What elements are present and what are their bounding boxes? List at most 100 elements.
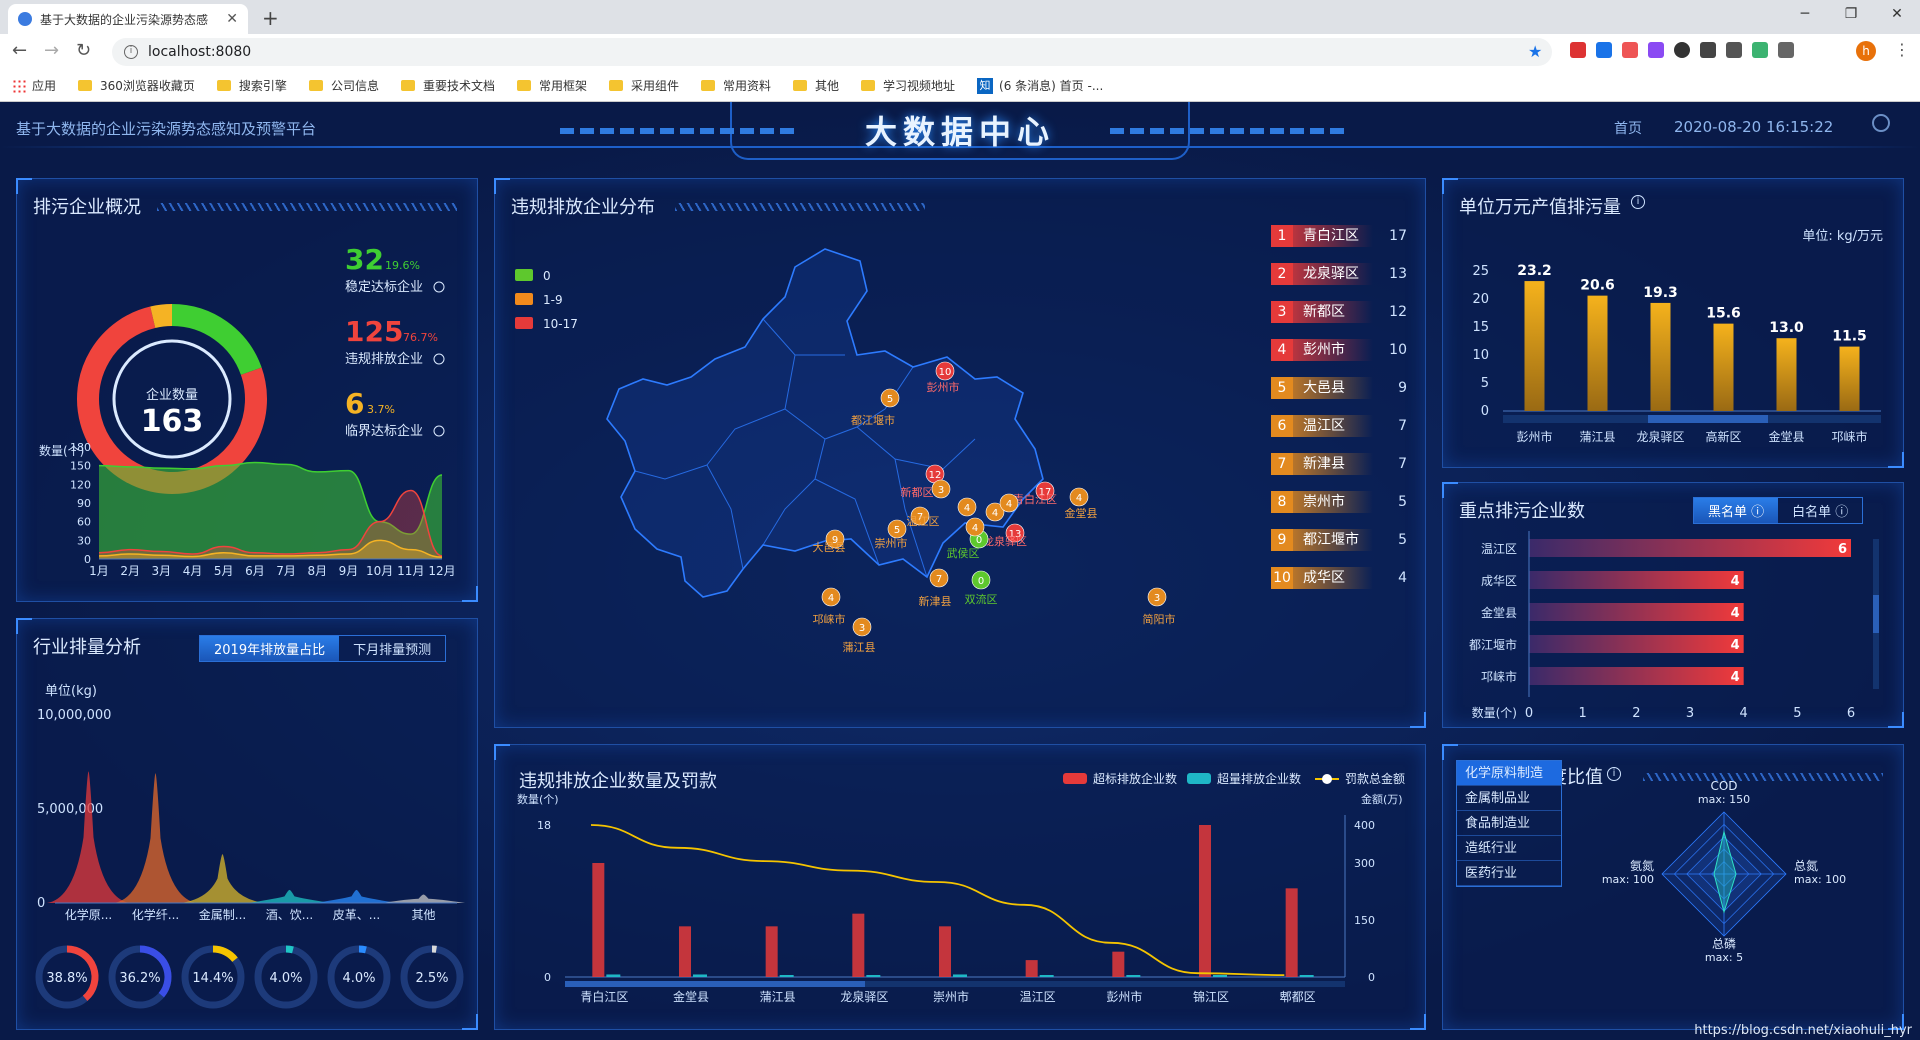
extension-icon[interactable] [1648,42,1664,58]
bookmark-folder[interactable]: 360浏览器收藏页 [78,77,195,94]
legend-label: 0 [543,269,551,283]
legend-swatch [515,269,533,281]
ring-progress [358,945,367,954]
back-button[interactable]: ← [12,40,27,61]
map-place-label: 新都区 [901,485,934,499]
x-tick-label: 蒲江县 [1579,430,1615,444]
y-tick-label: 18 [537,819,551,832]
extension-icon[interactable] [1570,42,1586,58]
extension-icon[interactable] [1596,42,1612,58]
minimize-button[interactable]: ─ [1782,0,1828,30]
ranking-row[interactable]: 1 青白江区 17 [1271,225,1407,247]
address-bar[interactable]: i localhost:8080 [112,38,1552,66]
x-tick-label: 8月 [307,564,327,578]
y-tick-label: 5,000,000 [37,802,103,817]
new-tab-button[interactable]: + [262,6,279,30]
ranking-row[interactable]: 7 新津县 7 [1271,453,1407,475]
rank-value: 5 [1398,532,1407,548]
tab-title: 基于大数据的企业污染源势态感 [40,12,209,27]
left-axis-label: 数量(个) [517,793,559,806]
industry-item[interactable]: 造纸行业 [1457,836,1561,861]
bookmark-folder[interactable]: 学习视频地址 [861,77,955,94]
stat-percent: 19.6% [385,259,420,272]
output-bar-chart: 25 20 15 10 5 0 23.2 彭州市 20.6 蒲江县 19.3 龙泉驿区 15.6 高新区 1… [1472,263,1881,444]
x-tick-label: 2 [1632,706,1640,721]
profile-avatar[interactable]: h [1856,41,1876,61]
bookmark-folder[interactable]: 重要技术文档 [400,77,495,94]
bookmark-label: 常用框架 [538,79,587,93]
output-bar [1587,295,1608,411]
ranking-row[interactable]: 10 成华区 4 [1271,567,1407,589]
map-place-label: 武侯区 [947,546,980,560]
info-icon [433,425,445,437]
header-decoration [1110,128,1350,134]
ranking-row[interactable]: 8 崇州市 5 [1271,491,1407,513]
rank-value: 7 [1398,456,1407,472]
y-tick-label: 120 [70,478,91,491]
ranking-row[interactable]: 9 都江堰市 5 [1271,529,1407,551]
x-tick-label: 4 [1740,706,1748,721]
bookmark-zhihu[interactable]: 知 (6 条消息) 首页 -... [977,77,1103,94]
ranking-row[interactable]: 3 新都区 12 [1271,301,1407,323]
logout-icon[interactable] [1872,114,1890,132]
puzzle-icon[interactable] [1778,42,1794,58]
map-place-label: 双流区 [965,592,998,606]
x-tick-label: 蒲江县 [760,990,796,1004]
overview-svg: 企业数量 163 32 19.6% 稳定达标企业 125 76.7% 违规排放企业 6 3.7… [39,243,456,578]
extension-icon[interactable] [1622,42,1638,58]
restore-button[interactable]: ❐ [1828,0,1874,30]
bookmark-folder[interactable]: 采用组件 [608,77,679,94]
map-marker-value: 4 [964,503,970,514]
x-tick-label: 其他 [411,908,435,922]
industry-item[interactable]: 化学原料制造 [1457,761,1561,786]
power-icon[interactable] [1674,42,1690,58]
extension-icon[interactable] [1700,42,1716,58]
zoom-handle[interactable] [1648,415,1768,423]
legend-dot [1322,774,1332,784]
bookmark-folder[interactable]: 其他 [793,77,839,94]
bar-overload [1126,975,1141,977]
vue-devtools-icon[interactable] [1752,42,1768,58]
bar-overload [866,975,881,977]
home-link[interactable]: 首页 [1614,118,1642,138]
stat-value: 6 [345,387,364,420]
folder-icon [78,80,93,91]
ranking-row[interactable]: 6 温江区 7 [1271,415,1407,437]
watermark: https://blog.csdn.net/xiaohuli_hyr [1694,1023,1912,1038]
bookmark-star-icon[interactable]: ★ [1528,42,1542,61]
y-tick-label: 150 [70,460,91,473]
info-icon[interactable]: i [124,45,138,59]
bar-exceed [1112,951,1125,977]
fines-legend: 超标排放企业数 超量排放企业数 罚款总金额 [1063,771,1405,786]
bookmark-folder[interactable]: 常用资料 [701,77,771,94]
bar-exceed [679,926,691,977]
radar-axis-max: max: 5 [1705,951,1743,964]
close-tab-icon[interactable]: ✕ [226,11,238,27]
industry-item[interactable]: 金属制品业 [1457,786,1561,811]
stat-percent: 3.7% [367,403,395,416]
bookmark-folder[interactable]: 常用框架 [516,77,587,94]
ranking-row[interactable]: 4 彭州市 10 [1271,339,1407,361]
browser-tab[interactable]: 基于大数据的企业污染源势态感 ✕ [8,4,248,34]
enterprise-bar [1529,635,1744,653]
industry-list: 化学原料制造 金属制品业 食品制造业 造纸行业 医药行业 [1456,760,1562,887]
industry-item[interactable]: 食品制造业 [1457,811,1561,836]
close-window-button[interactable]: ✕ [1874,0,1920,30]
bookmark-apps[interactable]: 应用 [12,77,56,94]
zoom-handle[interactable] [565,981,865,987]
more-menu-icon[interactable]: ⋮ [1894,40,1910,59]
legend-label: 超标排放企业数 [1093,771,1177,786]
x-tick-label: 3月 [152,564,172,578]
rank-number: 2 [1271,263,1293,285]
forward-button[interactable]: → [44,40,59,61]
folder-icon [861,80,876,91]
bookmark-folder[interactable]: 公司信息 [308,77,379,94]
ranking-row[interactable]: 2 龙泉驿区 13 [1271,263,1407,285]
screenshot-icon[interactable] [1726,42,1742,58]
reload-button[interactable]: ↻ [76,40,91,61]
bookmark-folder[interactable]: 搜索引擎 [216,77,287,94]
scrollbar-thumb[interactable] [1873,595,1879,633]
y-tick-label: 90 [77,497,91,510]
ranking-row[interactable]: 5 大邑县 9 [1271,377,1407,399]
industry-item[interactable]: 医药行业 [1457,861,1561,886]
